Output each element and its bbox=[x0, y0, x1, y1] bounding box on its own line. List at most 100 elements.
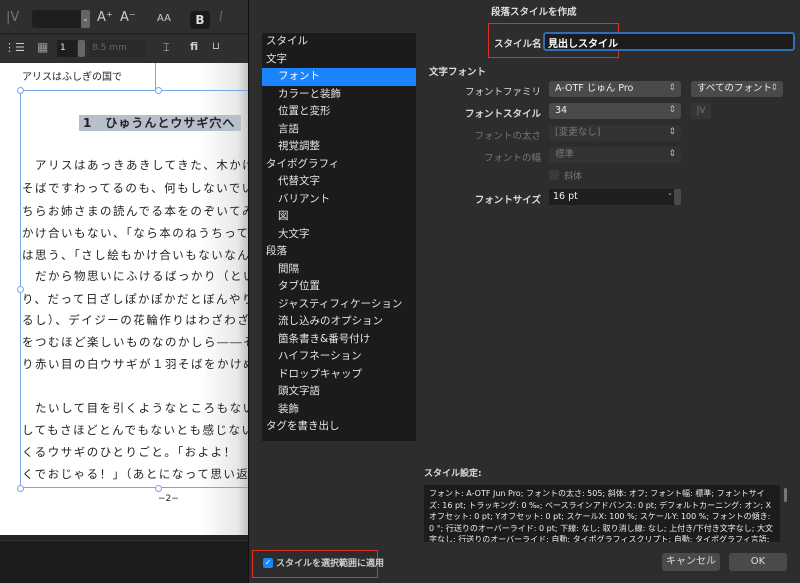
font-size-input[interactable]: 16 pt bbox=[549, 189, 667, 205]
list-icon[interactable]: ⋮☰ bbox=[4, 41, 25, 54]
font-style-label: フォントスタイル bbox=[464, 109, 541, 120]
section-title: 文字フォント bbox=[429, 67, 487, 78]
heading-text[interactable]: 1 ひゅうんとウサギ穴へ bbox=[79, 115, 241, 131]
font-weight-select[interactable]: [変更なし] ⇕ bbox=[549, 125, 681, 141]
nav-item[interactable]: 言語 bbox=[262, 121, 416, 139]
cancel-button[interactable]: キャンセル bbox=[662, 553, 720, 571]
text-line: そばですわってるのも、何もしないでいるのも bbox=[22, 181, 250, 195]
gutter-field[interactable]: 8.5 mm bbox=[89, 40, 145, 57]
text-line: り、だって日ざしぽかぽかだとぼんやりねむく bbox=[22, 292, 250, 306]
kerning-icon[interactable]: |V bbox=[6, 10, 19, 25]
nav-item[interactable]: バリアント bbox=[262, 191, 416, 209]
nav-item[interactable]: ドロップキャップ bbox=[262, 366, 416, 384]
text-line: は思う、「さし絵もかけ合いもないなんて。」 bbox=[22, 248, 250, 262]
nav-item[interactable]: 箇条書き&番号付け bbox=[262, 331, 416, 349]
text-line: かけ合いもない、「なら本のねうちって何、」 bbox=[22, 226, 250, 240]
status-area bbox=[0, 540, 250, 583]
font-width-select[interactable]: 標準 ⇕ bbox=[549, 147, 681, 163]
font-filter-select[interactable]: すべてのフォント ⇕ bbox=[691, 81, 783, 97]
frame-handle[interactable] bbox=[17, 485, 24, 492]
frame-handle[interactable] bbox=[155, 87, 162, 94]
frame-handle[interactable] bbox=[155, 485, 162, 492]
nav-item[interactable]: 装飾 bbox=[262, 401, 416, 419]
nav-item[interactable]: 文字 bbox=[262, 51, 416, 69]
columns-count-field[interactable]: 1 bbox=[57, 40, 77, 57]
italic-checkbox[interactable] bbox=[549, 170, 559, 180]
nav-item[interactable]: タブ位置 bbox=[262, 278, 416, 296]
italic-icon[interactable]: I bbox=[219, 10, 223, 25]
nav-item[interactable]: タイポグラフィ bbox=[262, 156, 416, 174]
settings-label: スタイル設定: bbox=[424, 469, 482, 479]
font-family-value: A-OTF じゅん Pro bbox=[555, 83, 634, 94]
frame-icon[interactable]: ⌶ bbox=[163, 41, 170, 55]
guide bbox=[155, 63, 156, 90]
stepper[interactable] bbox=[78, 40, 85, 57]
updown-icon: ⇕ bbox=[668, 127, 676, 137]
nav-item[interactable]: 大文字 bbox=[262, 226, 416, 244]
font-filter-value: すべてのフォント bbox=[697, 83, 772, 94]
settings-text-box[interactable]: フォント: A-OTF Jun Pro; フォントの太さ: 505; 斜体: オ… bbox=[424, 485, 780, 542]
nav-item[interactable]: 段落 bbox=[262, 243, 416, 261]
style-name-input[interactable]: 見出しスタイル bbox=[543, 32, 795, 51]
font-weight-value: [変更なし] bbox=[555, 127, 601, 138]
nav-item[interactable]: 頭文字語 bbox=[262, 383, 416, 401]
nav-item[interactable]: タグを書き出し bbox=[262, 418, 416, 436]
scrollbar[interactable] bbox=[784, 488, 787, 502]
caps-icon[interactable]: AA bbox=[157, 13, 171, 24]
nav-item[interactable]: カラーと装飾 bbox=[262, 86, 416, 104]
nav-item[interactable]: 位置と変形 bbox=[262, 103, 416, 121]
updown-icon: ⇕ bbox=[668, 149, 676, 159]
kerning-icon[interactable]: |V bbox=[691, 103, 711, 119]
baseline-icon[interactable]: ⊔ bbox=[212, 41, 220, 52]
font-width-label: フォントの幅 bbox=[483, 153, 541, 164]
category-list: スタイル 文字 フォント カラーと装飾 位置と変形 言語 視覚調整 タイポグラフィ 代替文字 バリ… bbox=[262, 33, 416, 441]
text-line: たいして目を引くようなところもないから、 bbox=[34, 401, 250, 415]
chevron-down-icon[interactable]: ⌄ bbox=[81, 10, 90, 28]
apply-checkbox[interactable]: ✓ bbox=[263, 558, 273, 568]
updown-icon: ⇕ bbox=[770, 83, 778, 93]
ligature-icon[interactable]: fi bbox=[190, 40, 198, 53]
text-line: をつむほど楽しいものなのかしら――そこへい bbox=[22, 335, 250, 349]
text-line: アリスはあっきあきしてきた、木かげで、お bbox=[34, 158, 250, 172]
ok-button[interactable]: OK bbox=[729, 553, 787, 571]
text-toolbar-row1: |V ⌄ A⁺ A⁻ AA B I bbox=[0, 0, 250, 34]
nav-item[interactable]: ハイフネーション bbox=[262, 348, 416, 366]
font-weight-label: フォントの太さ bbox=[474, 131, 541, 142]
text-line: くでおじゃる！」（あとになって思い返すと、 bbox=[22, 467, 250, 481]
nav-item[interactable]: ジャスティフィケーション bbox=[262, 296, 416, 314]
create-paragraph-style-dialog: 段落スタイルを作成 スタイル名 見出しスタイル スタイル 文字 フォント カラーと装飾… bbox=[248, 0, 800, 583]
updown-icon: ⇕ bbox=[668, 83, 676, 93]
nav-item[interactable]: 視覚調整 bbox=[262, 138, 416, 156]
text-line: るし）、デイジーの花輪作りはわざわざ立ち上 bbox=[22, 313, 250, 327]
text-line: くるウサギのひとりごと。「およよ！ およよ bbox=[22, 445, 250, 459]
text-toolbar-row2: ⋮☰ ▦ 1 8.5 mm ⌶ fi ⊔ bbox=[0, 35, 250, 63]
decrease-font-icon[interactable]: A⁻ bbox=[120, 10, 136, 25]
nav-item[interactable]: フォント bbox=[262, 68, 416, 86]
text-line: り赤い目の白ウサギが１羽そばをかけぬける。 bbox=[22, 357, 250, 371]
chevron-down-icon[interactable]: ⌄ bbox=[667, 189, 674, 205]
updown-icon: ⇕ bbox=[668, 105, 676, 115]
frame-handle[interactable] bbox=[17, 87, 24, 94]
page-number: −2− bbox=[158, 494, 179, 504]
font-width-value: 標準 bbox=[555, 149, 575, 160]
nav-item[interactable]: 間隔 bbox=[262, 261, 416, 279]
bold-icon[interactable]: B bbox=[190, 11, 210, 29]
document-panel: |V ⌄ A⁺ A⁻ AA B I ⋮☰ ▦ 1 8.5 mm ⌶ fi ⊔ ア… bbox=[0, 0, 250, 583]
text-line: だから物思いにふけるばっかり（といって bbox=[34, 269, 250, 283]
apply-label[interactable]: スタイルを選択範囲に適用 bbox=[276, 556, 384, 569]
text-line: ちらお姉さまの読んでる本をのぞいてみても、 bbox=[22, 204, 250, 218]
font-size-field[interactable] bbox=[32, 10, 82, 28]
italic-label: 斜体 bbox=[564, 172, 583, 182]
nav-item[interactable]: スタイル bbox=[262, 33, 416, 51]
font-style-select[interactable]: 34 ⇕ bbox=[549, 103, 681, 119]
font-family-select[interactable]: A-OTF じゅん Pro ⇕ bbox=[549, 81, 681, 97]
nav-item[interactable]: 流し込みのオプション bbox=[262, 313, 416, 331]
columns-icon[interactable]: ▦ bbox=[37, 40, 48, 54]
font-size-stepper[interactable] bbox=[674, 189, 681, 205]
style-name-label: スタイル名 bbox=[494, 39, 542, 50]
nav-item[interactable]: 代替文字 bbox=[262, 173, 416, 191]
running-header: アリスはふしぎの国で bbox=[22, 72, 122, 83]
font-size-label: フォントサイズ bbox=[474, 195, 541, 206]
increase-font-icon[interactable]: A⁺ bbox=[97, 10, 113, 25]
nav-item[interactable]: 図 bbox=[262, 208, 416, 226]
